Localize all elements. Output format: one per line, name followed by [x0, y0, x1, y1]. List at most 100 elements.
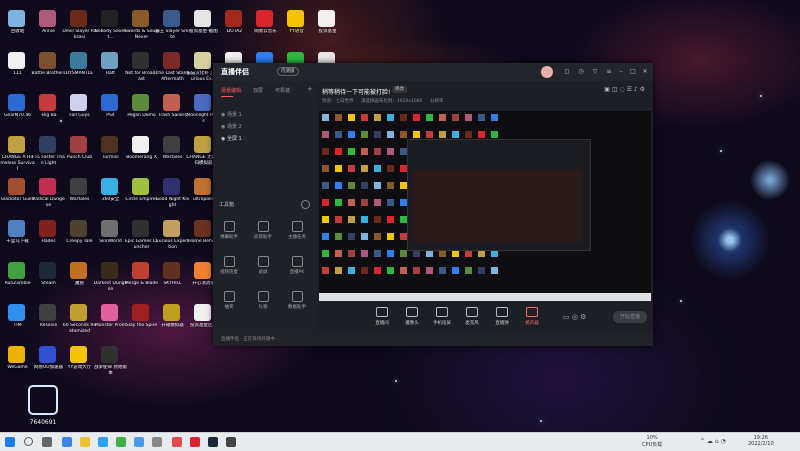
desktop-icon[interactable]: Circle Empires: [125, 173, 158, 219]
avatar[interactable]: [541, 66, 553, 78]
desktop-icon[interactable]: Resolve: [33, 299, 64, 345]
mic-button[interactable]: 麦克风: [458, 307, 486, 326]
wechat-icon[interactable]: [116, 437, 126, 447]
edit-title-button[interactable]: 修改: [392, 86, 407, 93]
desktop-icon[interactable]: SkinWorld: [95, 215, 126, 261]
tool-lottery[interactable]: 抽奖: [217, 291, 241, 315]
window-titlebar[interactable]: 直播伴侣 内测版 ◻ ◷ ▽ ≡ – □ ✕: [213, 63, 653, 81]
speaker-button[interactable]: 扬声器: [518, 307, 546, 326]
desktop-icon[interactable]: Good Night Knight: [156, 173, 189, 219]
desktop-icon[interactable]: 开箱模拟器: [157, 299, 188, 345]
app-icon[interactable]: [190, 437, 200, 447]
tab-reliable[interactable]: 可靠装: [275, 87, 290, 94]
folder-icon[interactable]: [80, 437, 90, 447]
stream-preview[interactable]: [319, 111, 651, 301]
clock[interactable]: 19:26 2022/2/10: [748, 435, 774, 447]
desktop-icon[interactable]: PS4: [95, 89, 126, 135]
menu-icon[interactable]: ≡: [605, 68, 613, 76]
desktop-icon[interactable]: 投资基金-截图: [188, 5, 219, 51]
desktop-icon[interactable]: The Last Stand Aftermath: [156, 47, 189, 93]
extra-controls-icons[interactable]: ▭ ◎ ⚙: [563, 313, 586, 321]
steam-icon[interactable]: [208, 437, 218, 447]
desktop-icon[interactable]: Creepy Tale: [64, 215, 95, 261]
beta-badge[interactable]: 内测版: [277, 67, 299, 76]
tool-record[interactable]: 录屏: [251, 256, 275, 280]
scene-row[interactable]: ◉ 场景 1: [221, 111, 242, 118]
tool-danmu-helper[interactable]: 弹幕助手: [217, 221, 241, 245]
desktop-icon[interactable]: Turmoil: [95, 131, 126, 177]
desktop-icon[interactable]: Epic Games Launcher: [125, 215, 158, 261]
desktop-icon[interactable]: 魔兽: [64, 257, 95, 303]
tool-pk[interactable]: 直播PK: [285, 256, 309, 280]
desktop-icon[interactable]: Gladiator Guild: [1, 173, 34, 219]
desktop-icon[interactable]: 网易云音乐: [250, 5, 281, 51]
desktop-icon[interactable]: Radical Dungeon: [32, 173, 65, 219]
scene-row-selected[interactable]: ◉ 全屏 1: [221, 135, 242, 142]
tab-dual-screen[interactable]: 双屏: [253, 87, 263, 94]
desktop-icon[interactable]: 千里马下载: [2, 215, 33, 261]
desktop-icon[interactable]: 111: [2, 47, 33, 93]
category-channel[interactable]: 频道：七日世界: [322, 99, 354, 104]
search-icon[interactable]: [24, 437, 33, 446]
desktop-icon[interactable]: Peglin Demo: [126, 89, 157, 135]
desktop-icon[interactable]: Curious Expedition: [156, 215, 189, 261]
desktop-icon[interactable]: 战争使命 原始版本: [94, 341, 127, 387]
toolbox-settings-icon[interactable]: [301, 200, 310, 209]
notification-icon[interactable]: ◷: [577, 68, 585, 76]
cpu-indicator[interactable]: 10% CPU负载: [642, 435, 662, 448]
desktop-icon[interactable]: Wartales: [64, 173, 95, 219]
desktop-icon[interactable]: Monster Prom: [95, 299, 126, 345]
desktop-icon[interactable]: 网易UU加速器: [33, 341, 64, 387]
store-icon[interactable]: [134, 437, 144, 447]
desktop-icon[interactable]: GearN70.46: [2, 89, 33, 135]
desktop-icon[interactable]: YY游戏大厅: [64, 341, 95, 387]
desktop-icon[interactable]: FTL Faster Than Light: [32, 131, 65, 177]
live-title[interactable]: 稍等稍待一下可能被打脸!: [322, 87, 390, 96]
maximize-icon[interactable]: □: [629, 68, 637, 76]
desktop-icon[interactable]: Not for Broadcast: [125, 47, 158, 93]
desktop-icon[interactable]: Fall Guys: [64, 89, 95, 135]
skin-icon[interactable]: ▽: [591, 68, 599, 76]
desktop-icon[interactable]: Nobody Saves t...: [94, 5, 127, 51]
live-room-button[interactable]: 直播间: [368, 307, 396, 326]
desktop-icon[interactable]: 60 Seconds Reatomized: [63, 299, 96, 345]
desktop-icon[interactable]: SKYHILL: [157, 257, 188, 303]
desktop-icon[interactable]: Swords & Souls Never: [124, 5, 159, 51]
desktop-icon[interactable]: Darkest Dungeon: [94, 257, 127, 303]
desktop-icon[interactable]: Steam: [33, 257, 64, 303]
desktop-icon[interactable]: Wartales: [157, 131, 188, 177]
desktop-icon[interactable]: Devil Slayer Raksasi: [62, 5, 97, 51]
top-tool-icons[interactable]: ▣ ◫ ◌ ☰ ♪ ⚙: [604, 86, 645, 93]
desktop-icon[interactable]: Trash Sailors: [157, 89, 188, 135]
desktop-icon[interactable]: -Big Ba: [33, 89, 64, 135]
danmu-button[interactable]: 直播弹: [488, 307, 516, 326]
desktop-icon[interactable]: CHANGE A Homeless Survival: [0, 131, 35, 177]
tool-gift[interactable]: 礼物: [251, 291, 275, 315]
app-icon[interactable]: [98, 437, 108, 447]
tab-scene-edit[interactable]: 场景编辑: [221, 87, 241, 94]
netease-music-icon[interactable]: [172, 437, 182, 447]
desktop-icon[interactable]: 回收站: [2, 5, 33, 51]
desktop-icon[interactable]: Slay the Spire: [126, 299, 157, 345]
desktop-icon[interactable]: Raft: [95, 47, 126, 93]
desktop-icon[interactable]: YY语音: [281, 5, 312, 51]
resolution[interactable]: 分辨率: [430, 99, 444, 104]
desktop-icon[interactable]: Merge & Blade: [125, 257, 158, 303]
desktop-icon[interactable]: Punch Club: [64, 131, 95, 177]
desktop-icon[interactable]: DOTA2: [219, 5, 250, 51]
message-icon[interactable]: ◻: [563, 68, 571, 76]
desktop-icon[interactable]: Annie: [33, 5, 64, 51]
desktop-icon[interactable]: Boomerang X: [126, 131, 157, 177]
add-scene-button[interactable]: +: [307, 85, 313, 93]
desktop-icon[interactable]: RunZombie: [2, 257, 33, 303]
canvas-ratio[interactable]: 请选择画布比例：1920x1080: [361, 99, 423, 104]
minimize-icon[interactable]: –: [617, 68, 625, 76]
desktop-icon[interactable]: WeGame: [2, 341, 33, 387]
start-live-button[interactable]: 开始直播: [613, 311, 647, 323]
tool-data-helper[interactable]: 数据助手: [285, 291, 309, 315]
desktop-icon[interactable]: TIM: [2, 299, 33, 345]
tray-icons[interactable]: ^ ☁ ⌂ ◔: [700, 438, 726, 445]
task-view-icon[interactable]: [42, 437, 52, 447]
tool-room-manager[interactable]: 房管助手: [251, 221, 275, 245]
tool-host-task[interactable]: 主播任务: [285, 221, 309, 245]
